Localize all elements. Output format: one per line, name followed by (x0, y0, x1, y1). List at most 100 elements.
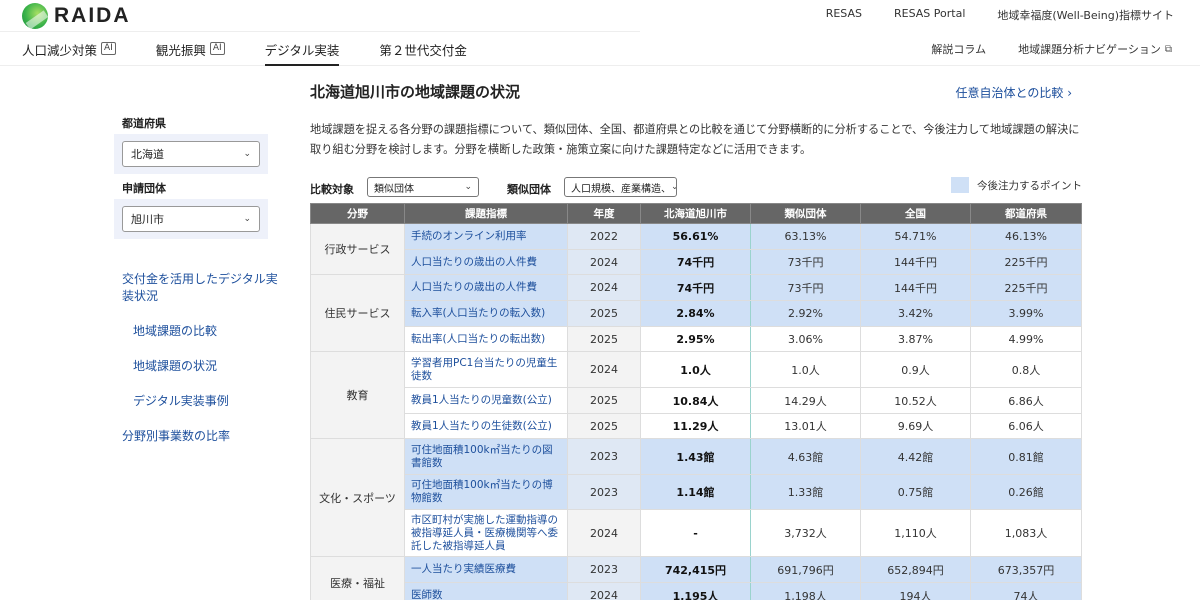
prefecture-value-cell: 225千円 (970, 274, 1082, 301)
table-row: 市区町村が実施した運動指導の被指導延人員・医療機関等へ委託した被指導延人員 202… (311, 509, 1082, 557)
filters: 比較対象 類似団体 ⌄ 類似団体 人口規模、産業構造、 ⌄ 今後注力するポイント (310, 177, 1082, 199)
nav-item-digital[interactable]: デジタル実装 (264, 40, 339, 66)
side-link-cases[interactable]: デジタル実装事例 (122, 393, 278, 410)
year-cell: 2025 (567, 387, 641, 414)
top-link-resas[interactable]: RESAS (826, 7, 862, 23)
indicator-cell[interactable]: 人口当たりの歳出の人件費 (404, 274, 568, 301)
compare-target-label: 比較対象 (310, 183, 354, 196)
indicator-cell[interactable]: 学習者用PC1台当たりの児童生徒数 (404, 351, 568, 388)
national-value-cell: 54.71% (860, 223, 971, 250)
prefecture-value-cell: 0.81館 (970, 438, 1082, 475)
table-row: 文化・スポーツ 可住地面積100k㎡当たりの図書館数 2023 1.43館 4.63館 4… (310, 438, 1082, 557)
table-header-row: 分野 課題指標 年度 北海道旭川市 類似団体 全国 都道府県 (310, 203, 1082, 224)
prefecture-select[interactable]: 北海道 ⌄ (122, 141, 260, 167)
top-links: RESAS RESAS Portal 地域幸福度(Well-Being)指標サイ… (826, 7, 1174, 23)
header-national: 全国 (860, 203, 971, 224)
header-prefecture: 都道府県 (970, 203, 1082, 224)
table-row: 医師数 2024 1,195人 1,198人 194人 74人 (311, 582, 1082, 600)
similar-value-cell: 1.0人 (750, 351, 861, 388)
year-cell: 2024 (567, 509, 641, 557)
logo[interactable]: RAIDA (22, 3, 131, 29)
prefecture-value-cell: 6.06人 (970, 413, 1082, 439)
external-link-icon: ⧉ (1164, 43, 1172, 55)
similar-value-cell: 691,796円 (750, 556, 861, 583)
indicator-cell[interactable]: 手続のオンライン利用率 (404, 223, 568, 250)
indicator-cell[interactable]: 転出率(人口当たりの転出数) (404, 326, 568, 352)
national-value-cell: 144千円 (860, 249, 971, 275)
side-link-digital-status[interactable]: 交付金を活用したデジタル実装状況 (122, 271, 278, 305)
indicator-cell[interactable]: 人口当たりの歳出の人件費 (404, 249, 568, 275)
similar-value-cell: 13.01人 (750, 413, 861, 439)
org-select[interactable]: 旭川市 ⌄ (122, 206, 260, 232)
header-divider (0, 31, 640, 32)
sub-link-navigation[interactable]: 地域課題分析ナビゲーション ⧉ (1018, 41, 1172, 57)
nav-label: 第２世代交付金 (379, 43, 467, 58)
header-field: 分野 (310, 203, 405, 224)
year-cell: 2024 (567, 582, 641, 600)
compare-target-select[interactable]: 類似団体 ⌄ (367, 177, 479, 197)
indicator-cell[interactable]: 転入率(人口当たりの転入数) (404, 300, 568, 327)
city-value-cell: 1,195人 (640, 582, 751, 600)
top-link-resas-portal[interactable]: RESAS Portal (894, 7, 965, 23)
year-cell: 2023 (567, 438, 641, 475)
prefecture-value: 北海道 (131, 148, 164, 161)
indicator-cell[interactable]: 医師数 (404, 582, 568, 600)
indicator-cell[interactable]: 教員1人当たりの生徒数(公立) (404, 413, 568, 439)
year-cell: 2023 (567, 556, 641, 583)
city-value-cell: 742,415円 (640, 556, 751, 583)
prefecture-label: 都道府県 (122, 117, 166, 130)
prefecture-value-cell: 673,357円 (970, 556, 1082, 583)
nav-item-population[interactable]: 人口減少対策 AI (22, 40, 116, 66)
ai-badge: AI (209, 42, 225, 55)
similar-value-cell: 14.29人 (750, 387, 861, 414)
page-description: 地域課題を捉える各分野の課題指標について、類似団体、全国、都道府県との比較を通じ… (310, 123, 1080, 156)
main-content: 北海道旭川市の地域課題の状況 任意自治体との比較 › 地域課題を捉える各分野の課… (310, 78, 1082, 199)
nav-item-tourism[interactable]: 観光振興 AI (156, 40, 225, 66)
sub-link-column[interactable]: 解説コラム (931, 41, 986, 57)
header-year: 年度 (567, 203, 641, 224)
year-cell: 2025 (567, 300, 641, 327)
similar-group-select[interactable]: 人口規模、産業構造、 ⌄ (564, 177, 677, 197)
side-link-comparison[interactable]: 地域課題の比較 (122, 323, 278, 340)
national-value-cell: 0.9人 (860, 351, 971, 388)
prefecture-select-wrap: 北海道 ⌄ (114, 134, 268, 174)
top-link-well-being[interactable]: 地域幸福度(Well-Being)指標サイト (997, 7, 1174, 23)
indicator-cell[interactable]: 教員1人当たりの児童数(公立) (404, 387, 568, 414)
sub-link-label: 解説コラム (931, 43, 987, 56)
city-value-cell: 2.95% (640, 326, 751, 352)
similar-value-cell: 2.92% (750, 300, 861, 327)
table-row: 行政サービス 手続のオンライン利用率 2022 56.61% 63.13% 54.71% 4… (310, 223, 1082, 275)
nav-item-grant[interactable]: 第２世代交付金 (379, 40, 467, 66)
similar-value-cell: 73千円 (750, 274, 861, 301)
table-row: 住民サービス 人口当たりの歳出の人件費 2024 74千円 73千円 144千円 225千円 (310, 274, 1082, 352)
prefecture-value-cell: 4.99% (970, 326, 1082, 352)
field-cell: 文化・スポーツ (310, 438, 405, 557)
indicator-cell[interactable]: 一人当たり実績医療費 (404, 556, 568, 583)
chevron-right-icon: › (1067, 86, 1072, 100)
national-value-cell: 9.69人 (860, 413, 971, 439)
org-value: 旭川市 (131, 213, 164, 226)
side-menu: 交付金を活用したデジタル実装状況 地域課題の比較 地域課題の状況 デジタル実装事… (122, 271, 278, 445)
prefecture-value-cell: 1,083人 (970, 509, 1082, 557)
indicator-cell[interactable]: 可住地面積100k㎡当たりの図書館数 (404, 438, 568, 475)
national-value-cell: 144千円 (860, 274, 971, 301)
indicator-cell[interactable]: 市区町村が実施した運動指導の被指導延人員・医療機関等へ委託した被指導延人員 (404, 509, 568, 557)
side-link-ratio[interactable]: 分野別事業数の比率 (122, 428, 278, 445)
similar-value-cell: 73千円 (750, 249, 861, 275)
legend-swatch (951, 177, 969, 193)
field-cell: 教育 (310, 351, 405, 439)
chevron-down-icon: ⌄ (671, 182, 676, 192)
year-cell: 2024 (567, 249, 641, 275)
compare-link-label: 任意自治体との比較 (955, 86, 1064, 100)
side-link-status[interactable]: 地域課題の状況 (122, 358, 278, 375)
table-row: 教員1人当たりの生徒数(公立) 2025 11.29人 13.01人 9.69人 6.06… (311, 413, 1082, 439)
year-cell: 2024 (567, 274, 641, 301)
indicator-table: 分野 課題指標 年度 北海道旭川市 類似団体 全国 都道府県 行政サービス 手続の… (310, 203, 1082, 600)
compare-link[interactable]: 任意自治体との比較 › (955, 84, 1072, 101)
city-value-cell: 74千円 (640, 274, 751, 301)
table-row: 可住地面積100k㎡当たりの博物館数 2023 1.14館 1.33館 0.75館 0.2… (311, 474, 1082, 510)
indicator-cell[interactable]: 可住地面積100k㎡当たりの博物館数 (404, 474, 568, 510)
national-value-cell: 10.52人 (860, 387, 971, 414)
similar-group-value: 人口規模、産業構造、 (571, 183, 671, 195)
table-body: 行政サービス 手続のオンライン利用率 2022 56.61% 63.13% 54.71% 4… (310, 223, 1082, 600)
